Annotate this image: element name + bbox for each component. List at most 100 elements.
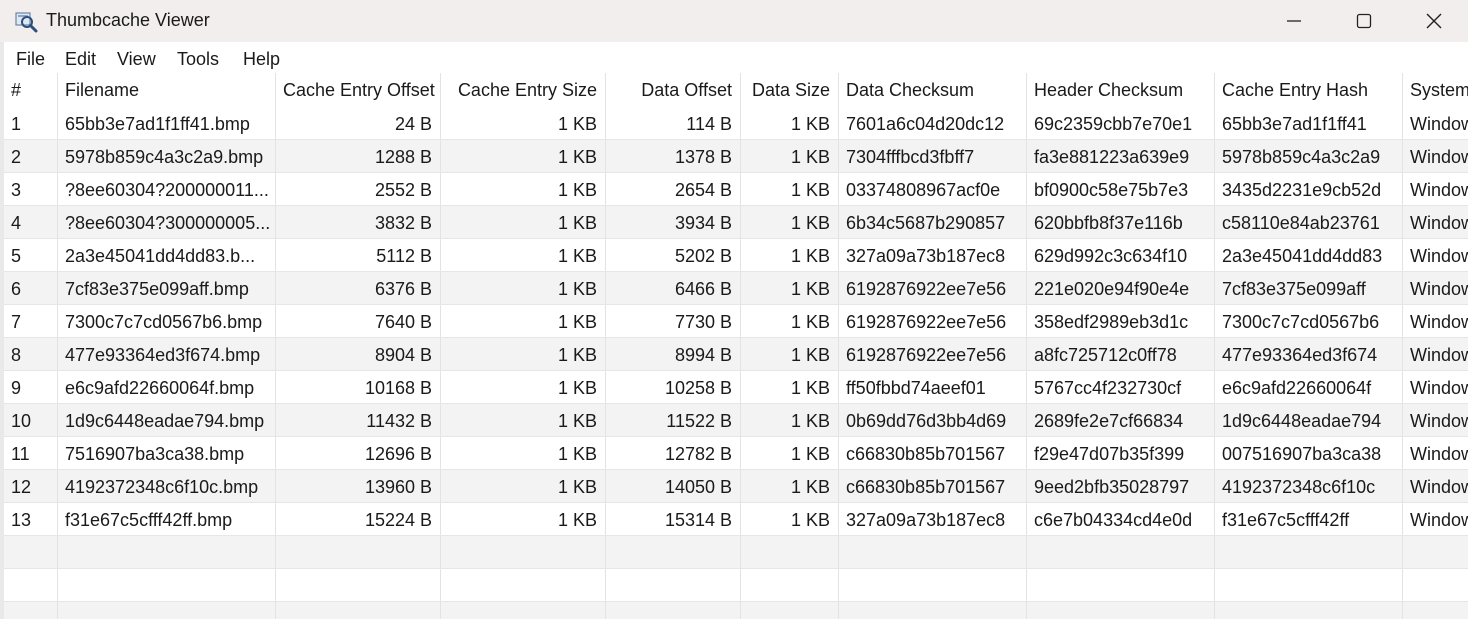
cell-cache-entry-offset: 12696 B	[276, 437, 441, 469]
maximize-button[interactable]	[1328, 0, 1400, 42]
table-row[interactable]: 13 f31e67c5cfff42ff.bmp 15224 B1 KB 15314 B…	[4, 503, 1468, 536]
column-header-cache-entry-offset[interactable]: Cache Entry Offset	[276, 73, 441, 107]
cell-data-checksum: 6192876922ee7e56	[839, 338, 1027, 370]
cell-data-offset: 15314 B	[606, 503, 741, 535]
cell-data-offset	[606, 536, 741, 568]
column-header-cache-entry-hash[interactable]: Cache Entry Hash	[1215, 73, 1403, 107]
cell-data-checksum: 327a09a73b187ec8	[839, 503, 1027, 535]
table-row[interactable]: 6 7cf83e375e099aff.bmp 6376 B1 KB 6466 B1 K…	[4, 272, 1468, 305]
cell-cache-entry-size: 1 KB	[441, 140, 606, 172]
cell-data-checksum: 6192876922ee7e56	[839, 305, 1027, 337]
cell-cache-entry-hash: 65bb3e7ad1f1ff41	[1215, 107, 1403, 139]
cell-number: 1	[4, 107, 58, 139]
cell-header-checksum: 629d992c3c634f10	[1027, 239, 1215, 271]
cell-filename: ?8ee60304?300000005...	[58, 206, 276, 238]
column-header-number[interactable]: #	[4, 73, 58, 107]
cell-number: 9	[4, 371, 58, 403]
cell-data-size: 1 KB	[741, 206, 839, 238]
cell-data-checksum: c66830b85b701567	[839, 437, 1027, 469]
menu-bar: File Edit View Tools Help	[4, 43, 1468, 73]
cell-cache-entry-offset: 11432 B	[276, 404, 441, 436]
table-row[interactable]: 11 7516907ba3ca38.bmp 12696 B1 KB 12782 B1 …	[4, 437, 1468, 470]
window-title: Thumbcache Viewer	[46, 10, 210, 30]
table-row[interactable]: 4 ?8ee60304?300000005... 3832 B1 KB 3934 B1…	[4, 206, 1468, 239]
cell-filename: 7300c7c7cd0567b6.bmp	[58, 305, 276, 337]
cell-number: 10	[4, 404, 58, 436]
cell-data-checksum: 7304fffbcd3fbff7	[839, 140, 1027, 172]
table-row[interactable]: 3 ?8ee60304?200000011... 2552 B1 KB 2654 B1…	[4, 173, 1468, 206]
column-header-cache-entry-size[interactable]: Cache Entry Size	[441, 73, 606, 107]
cell-number: 6	[4, 272, 58, 304]
cell-number: 12	[4, 470, 58, 502]
menu-view[interactable]: View	[117, 49, 156, 70]
cell-cache-entry-size: 1 KB	[441, 371, 606, 403]
table-row[interactable]: 2 5978b859c4a3c2a9.bmp 1288 B1 KB 1378 B1 K…	[4, 140, 1468, 173]
cell-cache-entry-hash: 477e93364ed3f674	[1215, 338, 1403, 370]
cell-header-checksum: 358edf2989eb3d1c	[1027, 305, 1215, 337]
cell-cache-entry-size: 1 KB	[441, 437, 606, 469]
cell-filename: f31e67c5cfff42ff.bmp	[58, 503, 276, 535]
cell-data-size: 1 KB	[741, 371, 839, 403]
cell-data-offset: 1378 B	[606, 140, 741, 172]
cell-system: Window	[1403, 305, 1468, 337]
menu-tools[interactable]: Tools	[177, 49, 219, 70]
close-button[interactable]	[1398, 0, 1468, 42]
minimize-button[interactable]	[1258, 0, 1330, 42]
cell-data-checksum: 7601a6c04d20dc12	[839, 107, 1027, 139]
cell-data-offset: 11522 B	[606, 404, 741, 436]
cell-cache-entry-offset: 2552 B	[276, 173, 441, 205]
column-header-data-offset[interactable]: Data Offset	[606, 73, 741, 107]
cell-cache-entry-offset: 13960 B	[276, 470, 441, 502]
cell-cache-entry-size: 1 KB	[441, 206, 606, 238]
cell-cache-entry-hash: 4192372348c6f10c	[1215, 470, 1403, 502]
menu-file[interactable]: File	[16, 49, 45, 70]
cell-data-checksum	[839, 569, 1027, 601]
cell-data-checksum: 6b34c5687b290857	[839, 206, 1027, 238]
cell-data-offset	[606, 602, 741, 619]
table-row[interactable]: 10 1d9c6448eadae794.bmp 11432 B1 KB 11522 B…	[4, 404, 1468, 437]
menu-edit[interactable]: Edit	[65, 49, 96, 70]
cell-cache-entry-hash: f31e67c5cfff42ff	[1215, 503, 1403, 535]
table-row[interactable]: 5 2a3e45041dd4dd83.b... 5112 B1 KB 5202 B1 …	[4, 239, 1468, 272]
cell-cache-entry-offset: 15224 B	[276, 503, 441, 535]
thumbcache-table[interactable]: # Filename Cache Entry Offset Cache Entry S…	[4, 73, 1468, 619]
cell-filename	[58, 569, 276, 601]
title-bar[interactable]: Thumbcache Viewer	[0, 0, 1468, 42]
cell-data-offset: 12782 B	[606, 437, 741, 469]
cell-header-checksum	[1027, 536, 1215, 568]
menu-help[interactable]: Help	[243, 49, 280, 70]
cell-data-size: 1 KB	[741, 173, 839, 205]
column-header-data-checksum[interactable]: Data Checksum	[839, 73, 1027, 107]
column-header-system[interactable]: System	[1403, 73, 1468, 107]
cell-data-offset: 14050 B	[606, 470, 741, 502]
cell-number	[4, 569, 58, 601]
cell-cache-entry-hash: 7300c7c7cd0567b6	[1215, 305, 1403, 337]
column-header-data-size[interactable]: Data Size	[741, 73, 839, 107]
cell-filename: ?8ee60304?200000011...	[58, 173, 276, 205]
cell-filename: e6c9afd22660064f.bmp	[58, 371, 276, 403]
cell-number: 7	[4, 305, 58, 337]
table-row[interactable]: 8 477e93364ed3f674.bmp 8904 B1 KB 8994 B1 K…	[4, 338, 1468, 371]
column-header-filename[interactable]: Filename	[58, 73, 276, 107]
cell-cache-entry-offset: 5112 B	[276, 239, 441, 271]
table-row[interactable]: 7 7300c7c7cd0567b6.bmp 7640 B1 KB 7730 B1 K…	[4, 305, 1468, 338]
cell-data-checksum: 0b69dd76d3bb4d69	[839, 404, 1027, 436]
cell-header-checksum: 2689fe2e7cf66834	[1027, 404, 1215, 436]
cell-data-checksum: 03374808967acf0e	[839, 173, 1027, 205]
table-row[interactable]: 12 4192372348c6f10c.bmp 13960 B1 KB 14050 B…	[4, 470, 1468, 503]
table-row[interactable]: 9 e6c9afd22660064f.bmp 10168 B1 KB 10258 B1…	[4, 371, 1468, 404]
cell-system: Window	[1403, 437, 1468, 469]
cell-cache-entry-hash: c58110e84ab23761	[1215, 206, 1403, 238]
cell-cache-entry-size: 1 KB	[441, 239, 606, 271]
cell-cache-entry-size: 1 KB	[441, 470, 606, 502]
cell-header-checksum	[1027, 602, 1215, 619]
cell-system	[1403, 602, 1468, 619]
cell-data-size	[741, 602, 839, 619]
cell-filename: 4192372348c6f10c.bmp	[58, 470, 276, 502]
column-header-header-checksum[interactable]: Header Checksum	[1027, 73, 1215, 107]
table-row[interactable]: 1 65bb3e7ad1f1ff41.bmp 24 B1 KB 114 B1 KB 76…	[4, 107, 1468, 140]
cell-data-size: 1 KB	[741, 239, 839, 271]
cell-cache-entry-hash	[1215, 569, 1403, 601]
cell-data-size: 1 KB	[741, 338, 839, 370]
cell-number	[4, 602, 58, 619]
